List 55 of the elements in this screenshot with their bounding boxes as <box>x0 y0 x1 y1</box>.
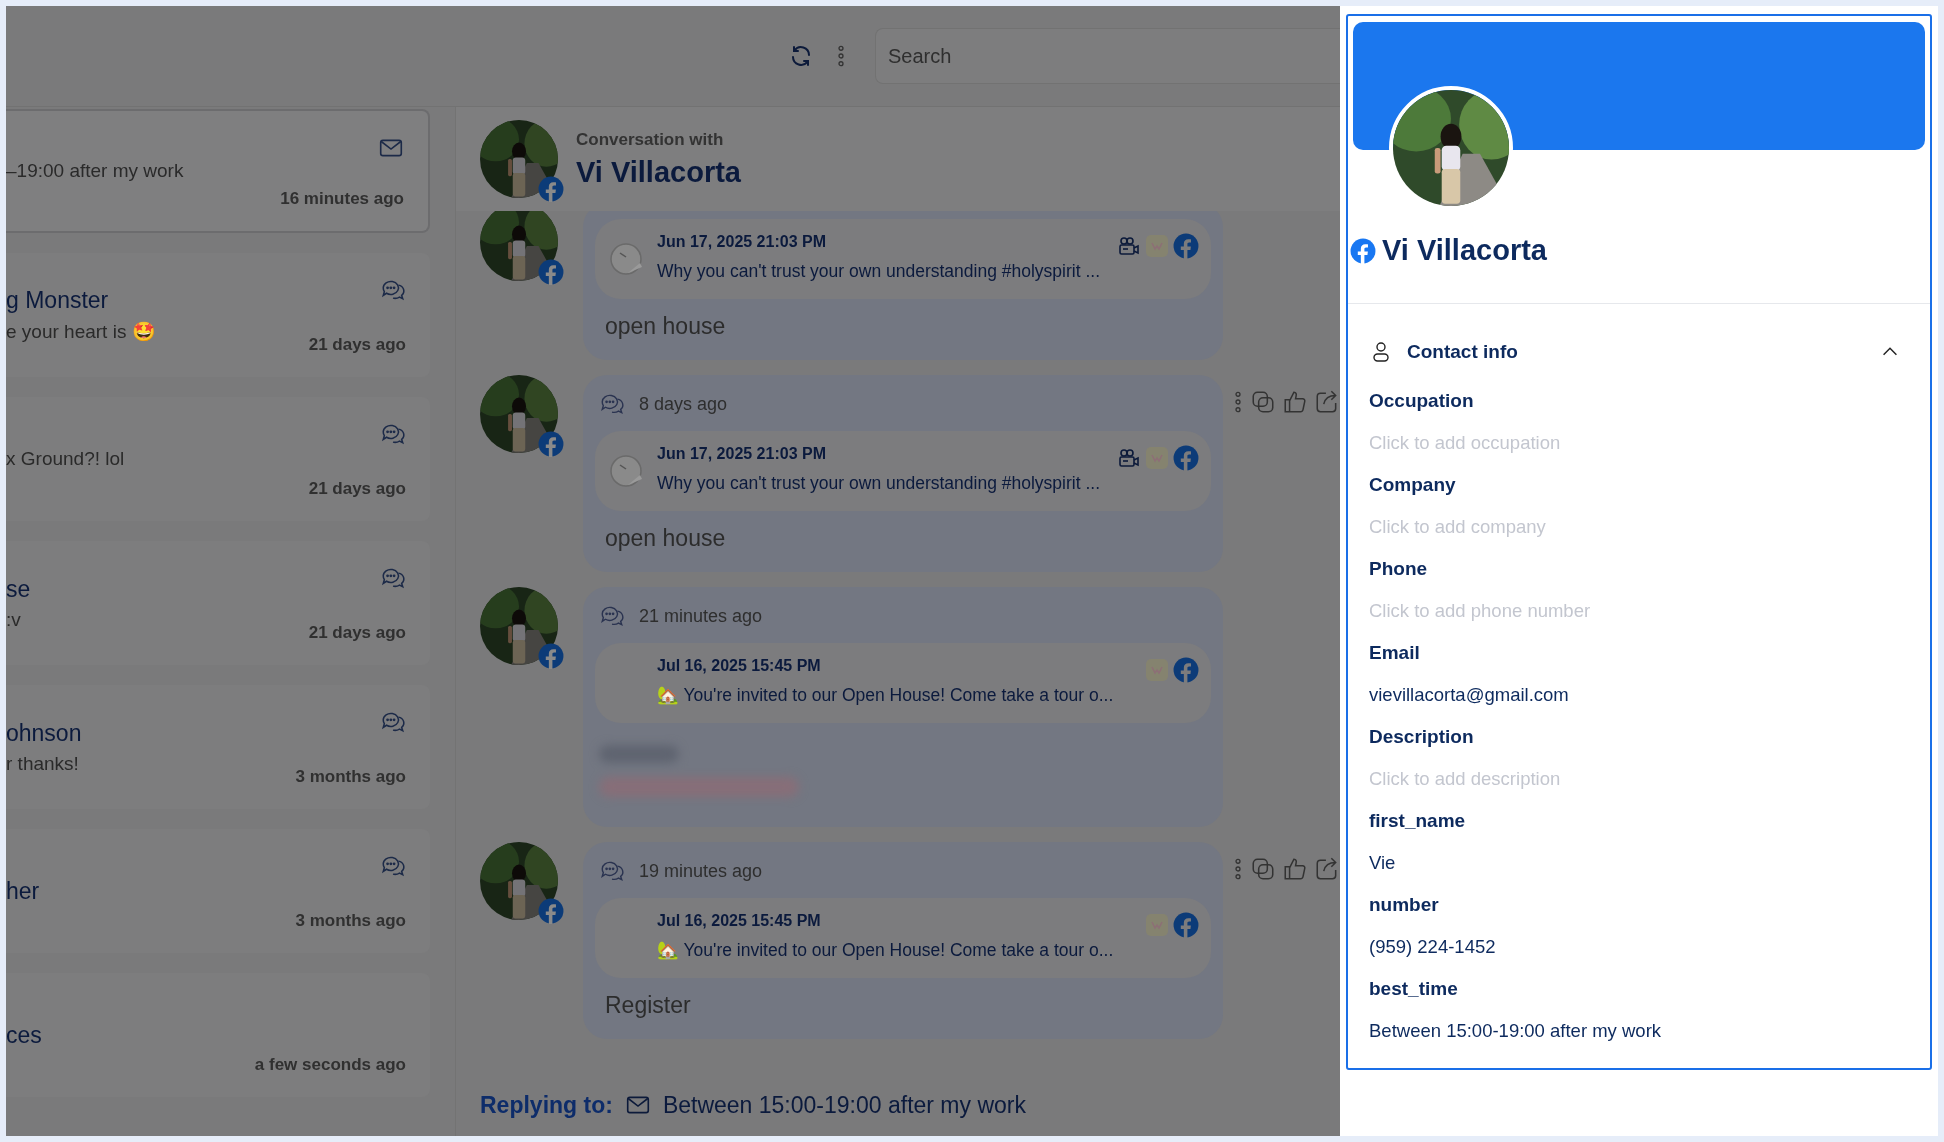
message-time: 3 months ago <box>295 767 406 787</box>
post-date: Jun 17, 2025 21:03 PM <box>657 445 827 463</box>
contact-name: ohnson <box>6 719 82 747</box>
post-text: 🏡 You're invited to our Open House! Come take a tour o... <box>657 684 1115 707</box>
message-preview: x Ground?! lol <box>6 448 125 470</box>
field-label: Company <box>1369 473 1456 497</box>
message-time: 3 months ago <box>295 911 406 931</box>
post-text: Why you can't trust your own understanding #holyspirit ... <box>657 472 1101 495</box>
post-date: Jun 17, 2025 21:03 PM <box>657 233 827 251</box>
message-time: 21 days ago <box>308 623 406 643</box>
message-preview: –19:00 after my work <box>6 160 184 182</box>
field-label: number <box>1369 893 1439 917</box>
message-preview: :v <box>6 608 22 631</box>
field-label: Phone <box>1369 557 1428 581</box>
reply-label: Replying to: <box>480 1091 613 1119</box>
field-label: best_time <box>1369 977 1458 1001</box>
post-card[interactable]: Jul 16, 2025 15:45 PM 🏡 You're invited to our Open House! Come take a tour o... <box>595 898 1211 978</box>
contact-name: g Monster <box>6 287 110 314</box>
message-time: 21 days ago <box>308 335 406 355</box>
post-text: Why you can't trust your own understanding #holyspirit ... <box>657 260 1101 283</box>
contact-name: her <box>6 877 40 905</box>
field-label: Occupation <box>1369 389 1474 413</box>
post-date: Jul 16, 2025 15:45 PM <box>657 912 822 930</box>
field-label: Description <box>1369 725 1474 749</box>
contact-info-toggle[interactable]: Contact info <box>1353 304 1925 380</box>
field-value[interactable]: Vie <box>1369 842 1396 884</box>
message-text: open house <box>604 525 727 552</box>
message-text: open house <box>604 313 727 340</box>
message-time: 16 minutes ago <box>280 189 404 209</box>
message-preview: r thanks! <box>6 752 80 775</box>
message-time: 19 minutes ago <box>639 860 763 882</box>
field-value[interactable]: Between 15:00-19:00 after my work <box>1369 1010 1662 1052</box>
field-value[interactable]: vievillacorta@gmail.com <box>1369 674 1569 716</box>
contact-name: se <box>6 575 31 603</box>
field-value[interactable]: (959) 224-1452 <box>1369 926 1496 968</box>
post-card[interactable]: Jun 17, 2025 21:03 PM Why you can't trust your own understanding #holyspirit ... <box>595 431 1211 511</box>
message-preview: e your heart is 🤩 <box>6 320 156 343</box>
message-time: 8 days ago <box>639 393 728 415</box>
header-caption: Conversation with <box>576 129 725 150</box>
post-date: Jul 16, 2025 15:45 PM <box>657 657 822 675</box>
message-time: a few seconds ago <box>254 1055 406 1075</box>
field-label: first_name <box>1369 809 1466 833</box>
reply-text: Between 15:00-19:00 after my work <box>662 1091 1026 1119</box>
message-text: Register <box>604 992 692 1019</box>
post-card[interactable]: Jul 16, 2025 15:45 PM 🏡 You're invited to our Open House! Come take a tour o... <box>595 643 1211 723</box>
message-time: 21 days ago <box>308 479 406 499</box>
message-time: 21 minutes ago <box>639 605 763 627</box>
field-label: Email <box>1369 641 1420 665</box>
search-field[interactable]: Search <box>875 28 1340 84</box>
conversation-item[interactable]: –19:00 after my work 16 minutes ago <box>6 109 430 233</box>
contact-name: Vi Villacorta <box>576 155 741 189</box>
profile-name: Vi Villacorta <box>1382 234 1547 267</box>
post-text: 🏡 You're invited to our Open House! Come take a tour o... <box>657 939 1115 962</box>
post-card[interactable]: Jun 17, 2025 21:03 PM Why you can't trust your own understanding #holyspirit ... <box>595 219 1211 299</box>
contact-name: ces <box>6 1021 42 1049</box>
